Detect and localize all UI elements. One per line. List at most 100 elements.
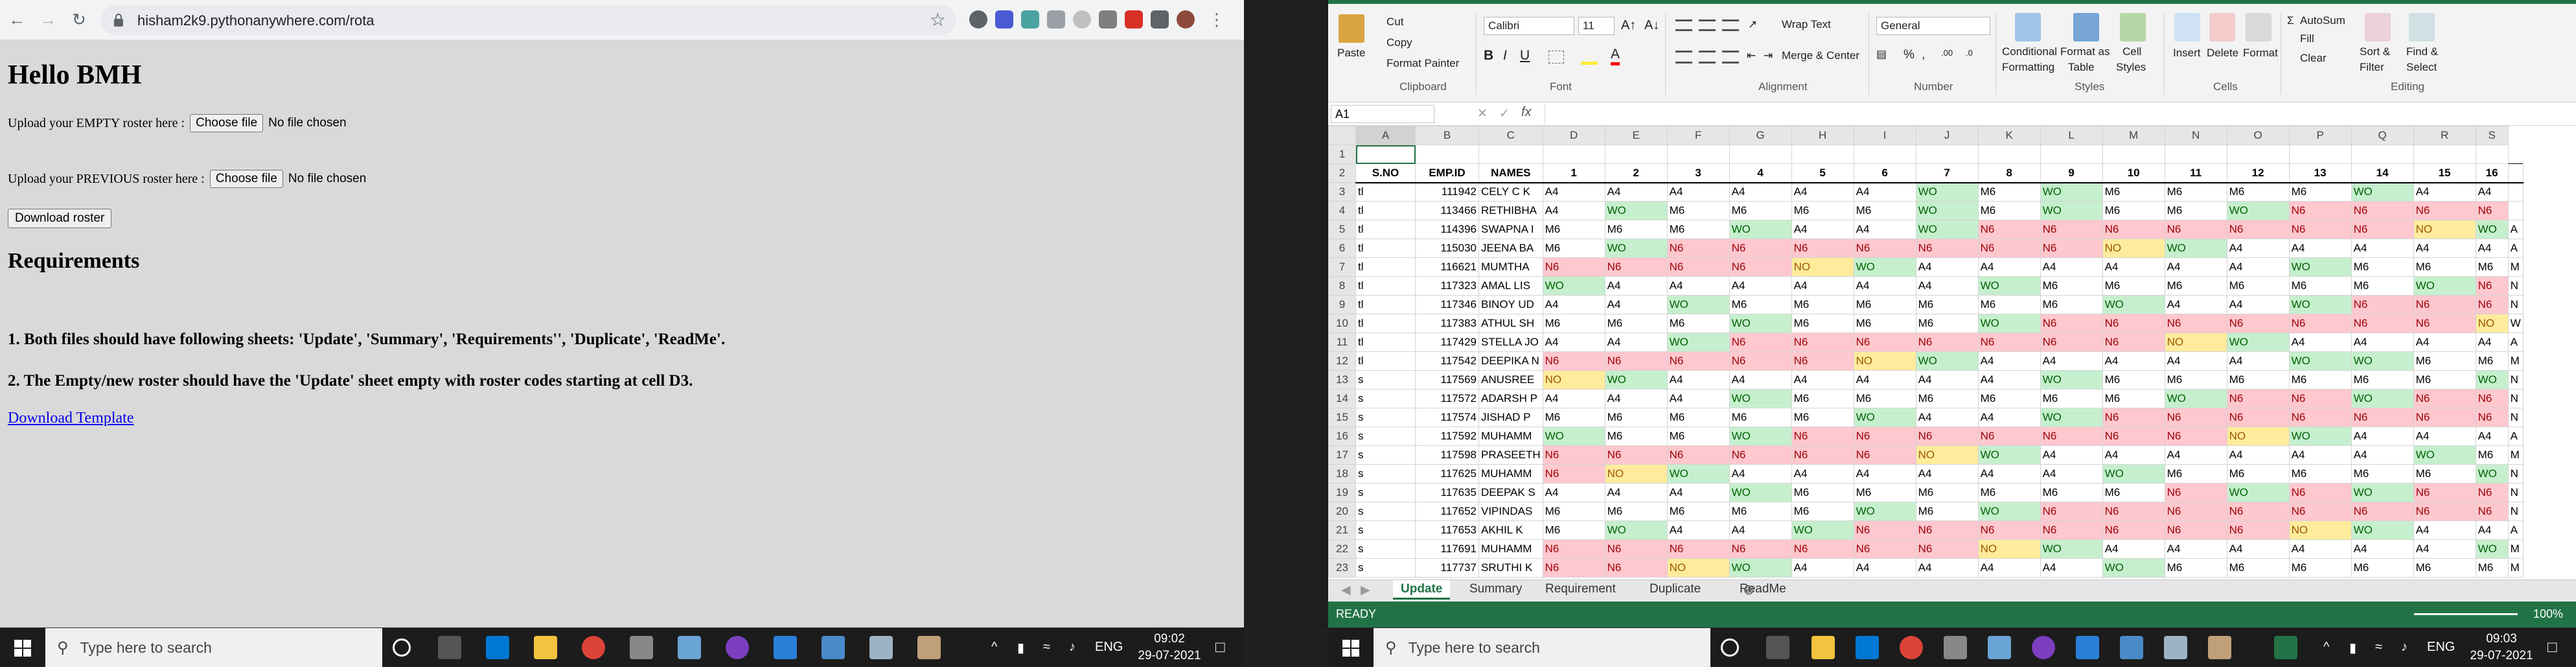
roster-cell[interactable]: N6 <box>1791 239 1854 258</box>
roster-cell[interactable]: NO <box>2288 521 2352 540</box>
roster-cell[interactable]: WO <box>1915 182 1979 202</box>
roster-cell[interactable]: A <box>2507 239 2524 258</box>
sheet-tab-summary[interactable]: Summary <box>1462 580 1530 600</box>
roster-cell[interactable]: WO <box>1853 408 1916 427</box>
sort-filter-label-2[interactable]: Filter <box>2360 61 2384 74</box>
column-header[interactable]: R <box>2413 126 2476 145</box>
column-title-cell[interactable]: EMP.ID <box>1415 163 1479 183</box>
roster-cell[interactable]: N6 <box>1915 239 1979 258</box>
roster-cell[interactable]: N6 <box>2413 502 2476 521</box>
column-header[interactable]: H <box>1791 126 1854 145</box>
roster-cell[interactable]: N6 <box>2102 220 2165 239</box>
roster-cell[interactable]: M6 <box>2413 558 2476 578</box>
roster-cell[interactable]: A4 <box>1915 558 1979 578</box>
roster-cell[interactable]: M6 <box>2226 558 2290 578</box>
row-header[interactable]: 11 <box>1328 333 1356 352</box>
roster-cell[interactable]: WO <box>1729 483 1792 502</box>
cell[interactable] <box>2226 145 2290 164</box>
emp-id-cell[interactable]: 117691 <box>1415 539 1479 559</box>
roster-cell[interactable]: A4 <box>1791 464 1854 484</box>
sno-cell[interactable]: tl <box>1355 182 1416 202</box>
roster-cell[interactable]: M6 <box>1915 502 1979 521</box>
insert-function-icon[interactable]: fx <box>1521 105 1532 120</box>
roster-cell[interactable]: A4 <box>2413 539 2476 559</box>
roster-cell[interactable]: A4 <box>1604 295 1668 314</box>
name-cell[interactable]: MUHAMM <box>1478 464 1543 484</box>
roster-cell[interactable]: A4 <box>2102 539 2165 559</box>
roster-cell[interactable]: NO <box>1977 539 2041 559</box>
roster-cell[interactable]: A4 <box>2288 333 2352 352</box>
roster-cell[interactable]: A4 <box>1977 351 2041 371</box>
row-header[interactable]: 18 <box>1328 464 1356 484</box>
roster-cell[interactable]: N6 <box>2288 389 2352 408</box>
sno-cell[interactable]: s <box>1355 445 1416 465</box>
roster-cell[interactable]: WO <box>2351 483 2414 502</box>
emp-id-cell[interactable]: 113466 <box>1415 201 1479 220</box>
emp-id-cell[interactable]: 117323 <box>1415 276 1479 296</box>
roster-cell[interactable]: WO <box>2102 558 2165 578</box>
conditional-formatting-icon[interactable] <box>2015 13 2041 41</box>
roster-cell[interactable]: M6 <box>1604 427 1668 446</box>
roster-cell[interactable]: WO <box>2288 295 2352 314</box>
borders-icon[interactable] <box>1548 51 1564 64</box>
roster-cell[interactable]: A4 <box>2102 445 2165 465</box>
wifi-icon[interactable]: ≈ <box>1043 640 1050 655</box>
roster-cell[interactable]: N6 <box>1915 539 1979 559</box>
roster-cell[interactable]: WO <box>2475 370 2509 390</box>
roster-cell[interactable]: A4 <box>1853 220 1916 239</box>
emp-id-cell[interactable]: 116621 <box>1415 257 1479 277</box>
name-cell[interactable]: CELY C K <box>1478 182 1543 202</box>
roster-cell[interactable]: N6 <box>1853 427 1916 446</box>
wifi-icon[interactable]: ≈ <box>2375 640 2382 655</box>
name-cell[interactable]: ATHUL SH <box>1478 314 1543 333</box>
roster-cell[interactable]: M6 <box>1915 314 1979 333</box>
roster-cell[interactable]: N6 <box>2475 295 2509 314</box>
name-cell[interactable]: SWAPNA I <box>1478 220 1543 239</box>
roster-cell[interactable]: N6 <box>2164 408 2227 427</box>
roster-cell[interactable]: A4 <box>1853 370 1916 390</box>
roster-cell[interactable]: A4 <box>1915 408 1979 427</box>
copy-button[interactable]: Copy <box>1386 36 1412 49</box>
back-icon[interactable]: ← <box>5 8 29 31</box>
cell[interactable] <box>2102 145 2165 164</box>
find-select-icon[interactable] <box>2409 13 2435 41</box>
roster-cell[interactable]: N6 <box>1542 351 1605 371</box>
roster-cell[interactable]: N6 <box>2040 220 2103 239</box>
roster-cell[interactable]: N6 <box>2226 314 2290 333</box>
roster-cell[interactable]: WO <box>1666 295 1730 314</box>
row-header[interactable]: 4 <box>1328 201 1356 220</box>
cell[interactable] <box>1853 145 1916 164</box>
vscode-icon[interactable] <box>774 636 797 659</box>
roster-cell[interactable]: NO <box>1791 257 1854 277</box>
roster-cell[interactable]: M6 <box>2040 295 2103 314</box>
roster-cell[interactable]: A4 <box>2288 539 2352 559</box>
roster-cell[interactable]: NO <box>1604 464 1668 484</box>
roster-cell[interactable]: M6 <box>1729 201 1792 220</box>
roster-cell[interactable] <box>2507 182 2524 202</box>
roster-cell[interactable]: M <box>2507 539 2524 559</box>
roster-cell[interactable]: N6 <box>2475 502 2509 521</box>
row-header[interactable]: 13 <box>1328 370 1356 390</box>
roster-cell[interactable]: N6 <box>1666 539 1730 559</box>
column-title-cell[interactable]: 11 <box>2164 163 2227 183</box>
roster-cell[interactable]: A4 <box>2226 351 2290 371</box>
row-header[interactable]: 6 <box>1328 239 1356 258</box>
roster-cell[interactable]: N6 <box>2351 408 2414 427</box>
roster-cell[interactable]: WO <box>2226 333 2290 352</box>
roster-cell[interactable]: WO <box>2040 201 2103 220</box>
roster-cell[interactable]: N6 <box>1853 539 1916 559</box>
paste-button[interactable]: Paste <box>1337 47 1365 60</box>
roster-cell[interactable]: N6 <box>2040 333 2103 352</box>
column-title-cell[interactable]: 6 <box>1853 163 1916 183</box>
roster-cell[interactable]: N6 <box>2351 201 2414 220</box>
bottom-align-icon[interactable] <box>1722 19 1739 31</box>
roster-cell[interactable]: M6 <box>1542 521 1605 540</box>
roster-cell[interactable]: A4 <box>2413 427 2476 446</box>
column-header[interactable]: C <box>1478 126 1543 145</box>
roster-cell[interactable]: M6 <box>1915 295 1979 314</box>
roster-cell[interactable]: A4 <box>1729 464 1792 484</box>
roster-cell[interactable]: N6 <box>1791 427 1854 446</box>
roster-cell[interactable]: M6 <box>2475 257 2509 277</box>
address-bar[interactable]: hisham2k9.pythonanywhere.com/rota ☆ <box>101 5 956 35</box>
sno-cell[interactable]: tl <box>1355 257 1416 277</box>
